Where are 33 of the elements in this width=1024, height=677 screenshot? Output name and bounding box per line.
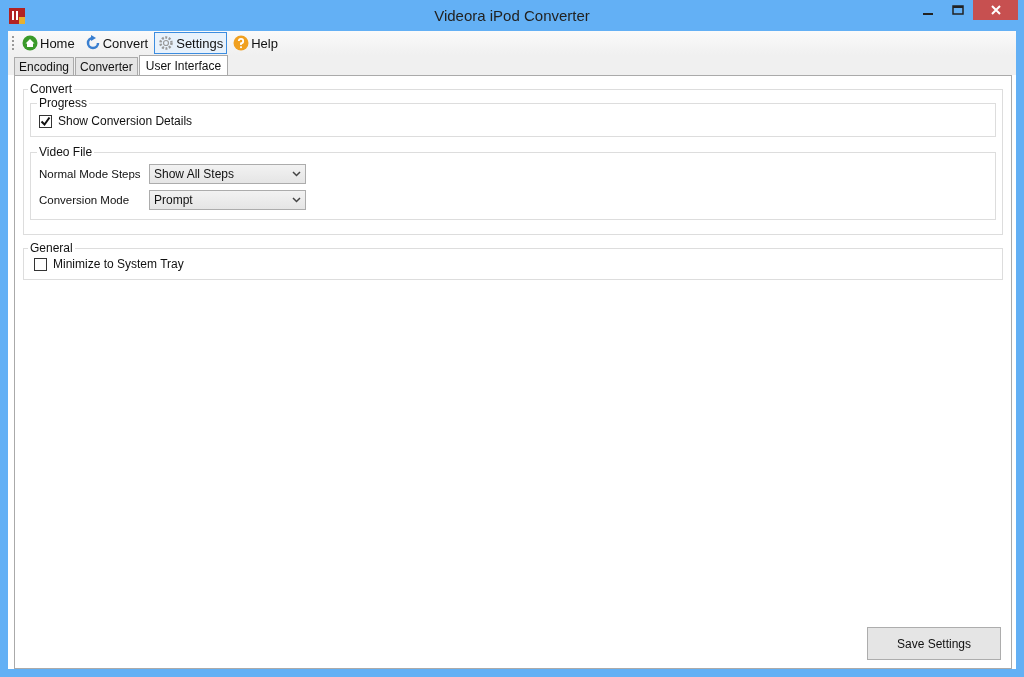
tab[interactable]: User Interface	[138, 55, 229, 75]
refresh-icon	[84, 35, 101, 51]
field-label: Normal Mode Steps	[39, 168, 142, 180]
toolbar-button[interactable]: Help	[229, 32, 282, 54]
caret-icon	[292, 171, 301, 177]
group-label: Convert	[29, 82, 74, 96]
checkbox-label: Show Conversion Details	[58, 114, 193, 128]
minimize-icon	[923, 13, 933, 15]
maximize-icon	[952, 4, 964, 16]
help-icon	[233, 35, 250, 51]
group-label: Progress	[38, 96, 89, 110]
app-icon	[9, 7, 25, 24]
field-label: Conversion Mode	[39, 194, 131, 206]
home-icon	[22, 35, 38, 51]
toolbar-button[interactable]: Convert	[80, 32, 153, 54]
toolbar-grip	[11, 35, 14, 51]
checkbox[interactable]	[39, 114, 52, 128]
group-label: Video File	[38, 145, 94, 159]
tab[interactable]: Converter	[75, 57, 138, 75]
group-label: General	[29, 241, 74, 255]
close-button[interactable]	[973, 0, 1018, 20]
save-settings-button[interactable]: Save Settings	[867, 627, 1001, 660]
dropdown[interactable]: Prompt	[149, 190, 306, 210]
window-title: Videora iPod Converter	[433, 7, 591, 24]
checkbox[interactable]	[34, 257, 47, 271]
toolbar-button[interactable]: Home	[18, 32, 79, 54]
caret-icon	[292, 197, 301, 203]
checkbox-label: Minimize to System Tray	[53, 257, 184, 271]
close-icon	[989, 4, 1002, 16]
gear-icon	[158, 35, 175, 51]
dropdown[interactable]: Show All Steps	[149, 164, 306, 184]
toolbar-button[interactable]: Settings	[154, 32, 228, 54]
tab[interactable]: Encoding	[14, 57, 75, 75]
